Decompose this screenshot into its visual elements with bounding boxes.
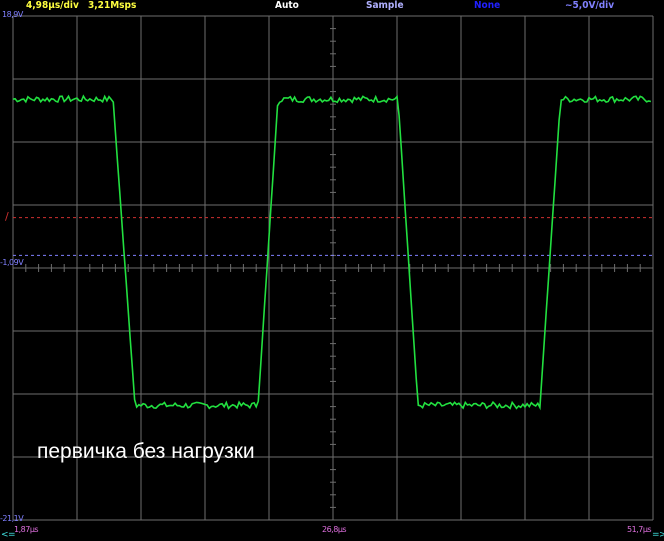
waveform-trace: [12, 94, 652, 411]
v-bottom-label: -21,1V: [0, 514, 24, 523]
caption-text: первичка без нагрузки: [37, 440, 255, 463]
t-right-label: 51,7µs: [627, 525, 652, 534]
v-offset-label: -1,09V: [0, 258, 24, 267]
t-mid-label: 26,8µs: [322, 525, 347, 534]
scroll-left-button[interactable]: <=: [1, 530, 16, 540]
scroll-right-button[interactable]: =>: [652, 530, 664, 540]
trigger-level-marker[interactable]: /: [5, 210, 9, 223]
v-top-label: 18,9V: [2, 10, 23, 19]
t-left-label: 1,87µs: [14, 525, 39, 534]
